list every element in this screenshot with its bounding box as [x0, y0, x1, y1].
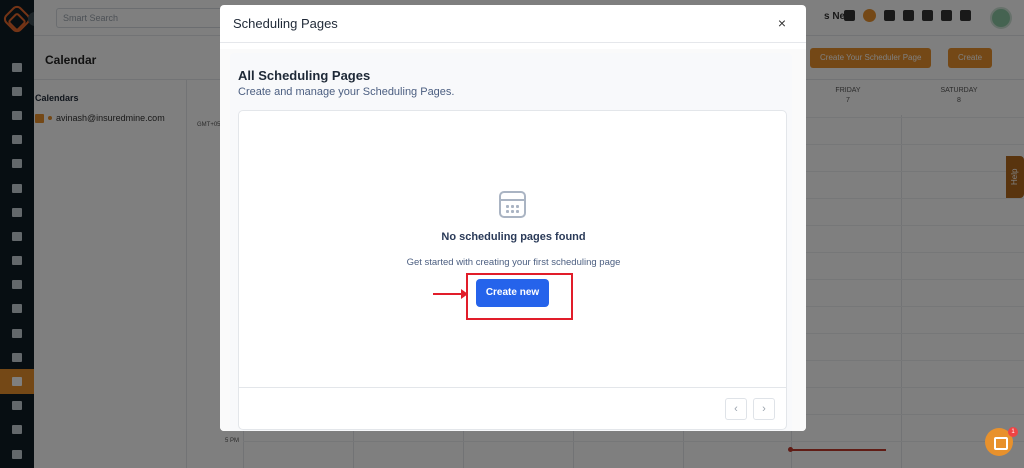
scheduling-pages-section: All Scheduling Pages Create and manage y… — [230, 53, 792, 431]
section-title: All Scheduling Pages — [238, 68, 371, 83]
calendar-icon — [499, 191, 526, 218]
empty-state-title: No scheduling pages found — [441, 231, 586, 243]
empty-state-subtitle: Get started with creating your first sch… — [406, 257, 621, 268]
annotation-arrow — [433, 289, 468, 299]
close-icon[interactable]: × — [778, 15, 786, 31]
next-page-button[interactable]: › — [753, 398, 775, 420]
prev-page-button[interactable]: ‹ — [725, 398, 747, 420]
modal-body: All Scheduling Pages Create and manage y… — [220, 49, 806, 431]
section-subtitle: Create and manage your Scheduling Pages. — [238, 86, 455, 98]
modal-title: Scheduling Pages — [233, 16, 338, 31]
empty-state-card: No scheduling pages found Get started wi… — [238, 110, 787, 430]
chat-badge: 1 — [1008, 427, 1018, 437]
modal-header: Scheduling Pages × — [220, 5, 806, 43]
scheduling-pages-modal: Scheduling Pages × All Scheduling Pages … — [220, 5, 806, 431]
create-new-button[interactable]: Create new — [476, 279, 549, 307]
pagination-footer: ‹ › — [239, 387, 786, 429]
